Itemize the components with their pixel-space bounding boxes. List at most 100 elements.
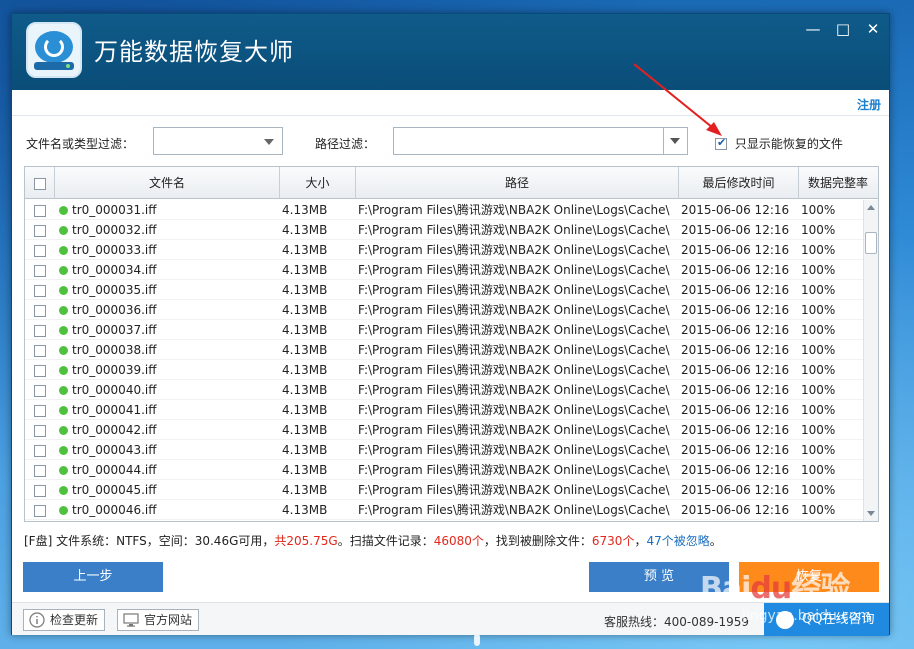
file-name: tr0_000046.iff: [72, 503, 157, 517]
file-name: tr0_000040.iff: [72, 383, 157, 397]
file-integrity: 100%: [801, 343, 836, 357]
row-checkbox[interactable]: [34, 404, 46, 417]
status-drive: [F盘]: [24, 534, 53, 548]
file-path: F:\Program Files\腾讯游戏\NBA2K Online\Logs\…: [358, 483, 670, 497]
file-name: tr0_000041.iff: [72, 403, 157, 417]
row-checkbox[interactable]: [34, 224, 46, 237]
file-name: tr0_000032.iff: [72, 223, 157, 237]
row-checkbox[interactable]: [34, 344, 46, 357]
file-name: tr0_000043.iff: [72, 443, 157, 457]
file-integrity: 100%: [801, 463, 836, 477]
vertical-scrollbar[interactable]: [863, 200, 878, 521]
table-row[interactable]: tr0_000045.iff 4.13MB F:\Program Files\腾讯游…: [25, 480, 863, 500]
file-name: tr0_000039.iff: [72, 363, 157, 377]
status-scan-prefix: 。扫描文件记录：: [337, 534, 434, 548]
recoverable-status-icon: [59, 446, 68, 455]
check-update-button[interactable]: 检查更新: [23, 609, 106, 631]
qq-consult-button[interactable]: QQ在线咨询: [764, 603, 889, 636]
row-checkbox[interactable]: [34, 444, 46, 457]
file-modified: 2015-06-06 12:16: [681, 403, 790, 417]
file-path: F:\Program Files\腾讯游戏\NBA2K Online\Logs\…: [358, 383, 670, 397]
preview-button[interactable]: 预 览: [589, 562, 729, 592]
file-size: 4.13MB: [282, 503, 328, 517]
row-checkbox[interactable]: [34, 244, 46, 257]
row-checkbox-cell: [25, 380, 55, 399]
red-arrow-annotation: [633, 63, 722, 136]
register-link[interactable]: 注册: [857, 96, 881, 113]
row-checkbox[interactable]: [34, 424, 46, 437]
file-integrity: 100%: [801, 323, 836, 337]
recoverable-status-icon: [59, 486, 68, 495]
table-row[interactable]: tr0_000032.iff 4.13MB F:\Program Files\腾讯游…: [25, 220, 863, 240]
qq-consult-label: QQ在线咨询: [802, 612, 875, 627]
recoverable-status-icon: [59, 206, 68, 215]
file-name: tr0_000031.iff: [72, 203, 157, 217]
row-checkbox[interactable]: [34, 464, 46, 477]
scroll-down-icon[interactable]: [867, 511, 875, 516]
close-icon[interactable]: ✕: [863, 20, 883, 38]
table-row[interactable]: tr0_000038.iff 4.13MB F:\Program Files\腾讯游…: [25, 340, 863, 360]
file-name: tr0_000035.iff: [72, 283, 157, 297]
table-row[interactable]: tr0_000037.iff 4.13MB F:\Program Files\腾讯游…: [25, 320, 863, 340]
table-row[interactable]: tr0_000043.iff 4.13MB F:\Program Files\腾讯游…: [25, 440, 863, 460]
scroll-thumb[interactable]: [865, 232, 877, 254]
file-size: 4.13MB: [282, 223, 328, 237]
select-all-header: [25, 167, 55, 199]
row-checkbox[interactable]: [34, 364, 46, 377]
file-path: F:\Program Files\腾讯游戏\NBA2K Online\Logs\…: [358, 323, 670, 337]
row-checkbox-cell: [25, 500, 55, 519]
row-checkbox[interactable]: [34, 304, 46, 317]
row-checkbox[interactable]: [34, 484, 46, 497]
minimize-icon[interactable]: —: [803, 20, 823, 38]
maximize-icon[interactable]: □: [833, 20, 853, 38]
file-integrity: 100%: [801, 363, 836, 377]
table-row[interactable]: tr0_000031.iff 4.13MB F:\Program Files\腾讯游…: [25, 200, 863, 220]
table-row[interactable]: tr0_000042.iff 4.13MB F:\Program Files\腾讯游…: [25, 420, 863, 440]
file-modified: 2015-06-06 12:16: [681, 223, 790, 237]
file-path: F:\Program Files\腾讯游戏\NBA2K Online\Logs\…: [358, 463, 670, 477]
table-row[interactable]: tr0_000035.iff 4.13MB F:\Program Files\腾讯游…: [25, 280, 863, 300]
recoverable-status-icon: [59, 406, 68, 415]
table-row[interactable]: tr0_000044.iff 4.13MB F:\Program Files\腾讯游…: [25, 460, 863, 480]
official-website-label: 官方网站: [144, 613, 193, 627]
row-checkbox[interactable]: [34, 324, 46, 337]
row-checkbox-cell: [25, 240, 55, 259]
row-checkbox[interactable]: [34, 384, 46, 397]
recoverable-status-icon: [59, 506, 68, 515]
table-row[interactable]: tr0_000039.iff 4.13MB F:\Program Files\腾讯游…: [25, 360, 863, 380]
file-modified: 2015-06-06 12:16: [681, 463, 790, 477]
file-modified: 2015-06-06 12:16: [681, 383, 790, 397]
official-website-button[interactable]: 官方网站: [117, 609, 200, 631]
row-checkbox[interactable]: [34, 504, 46, 517]
only-recoverable-option[interactable]: 只显示能恢复的文件: [715, 135, 843, 152]
file-modified: 2015-06-06 12:16: [681, 303, 790, 317]
file-size: 4.13MB: [282, 303, 328, 317]
recover-button[interactable]: 恢复: [739, 562, 879, 592]
row-checkbox[interactable]: [34, 204, 46, 217]
file-name-cell: tr0_000043.iff: [55, 440, 280, 459]
row-checkbox-cell: [25, 340, 55, 359]
row-checkbox[interactable]: [34, 284, 46, 297]
table-row[interactable]: tr0_000033.iff 4.13MB F:\Program Files\腾讯游…: [25, 240, 863, 260]
name-type-filter-label: 文件名或类型过滤：: [26, 137, 135, 151]
col-modified-header[interactable]: 最后修改时间: [679, 167, 799, 199]
col-size-header[interactable]: 大小: [280, 167, 356, 199]
table-row[interactable]: tr0_000041.iff 4.13MB F:\Program Files\腾讯游…: [25, 400, 863, 420]
prev-step-button[interactable]: 上一步: [23, 562, 163, 592]
file-name-cell: tr0_000035.iff: [55, 280, 280, 299]
col-path-header[interactable]: 路径: [356, 167, 679, 199]
table-row[interactable]: tr0_000036.iff 4.13MB F:\Program Files\腾讯游…: [25, 300, 863, 320]
app-title: 万能数据恢复大师: [94, 38, 294, 66]
table-row[interactable]: tr0_000034.iff 4.13MB F:\Program Files\腾讯游…: [25, 260, 863, 280]
col-name-header[interactable]: 文件名: [55, 167, 280, 199]
col-integrity-header[interactable]: 数据完整率: [799, 167, 877, 199]
file-size: 4.13MB: [282, 343, 328, 357]
select-all-checkbox[interactable]: [33, 177, 46, 190]
scroll-up-icon[interactable]: [867, 205, 875, 210]
table-row[interactable]: tr0_000046.iff 4.13MB F:\Program Files\腾讯游…: [25, 500, 863, 520]
file-name-cell: tr0_000037.iff: [55, 320, 280, 339]
name-type-filter-combo[interactable]: [153, 127, 283, 155]
table-row[interactable]: tr0_000040.iff 4.13MB F:\Program Files\腾讯游…: [25, 380, 863, 400]
row-checkbox[interactable]: [34, 264, 46, 277]
file-integrity: 100%: [801, 403, 836, 417]
